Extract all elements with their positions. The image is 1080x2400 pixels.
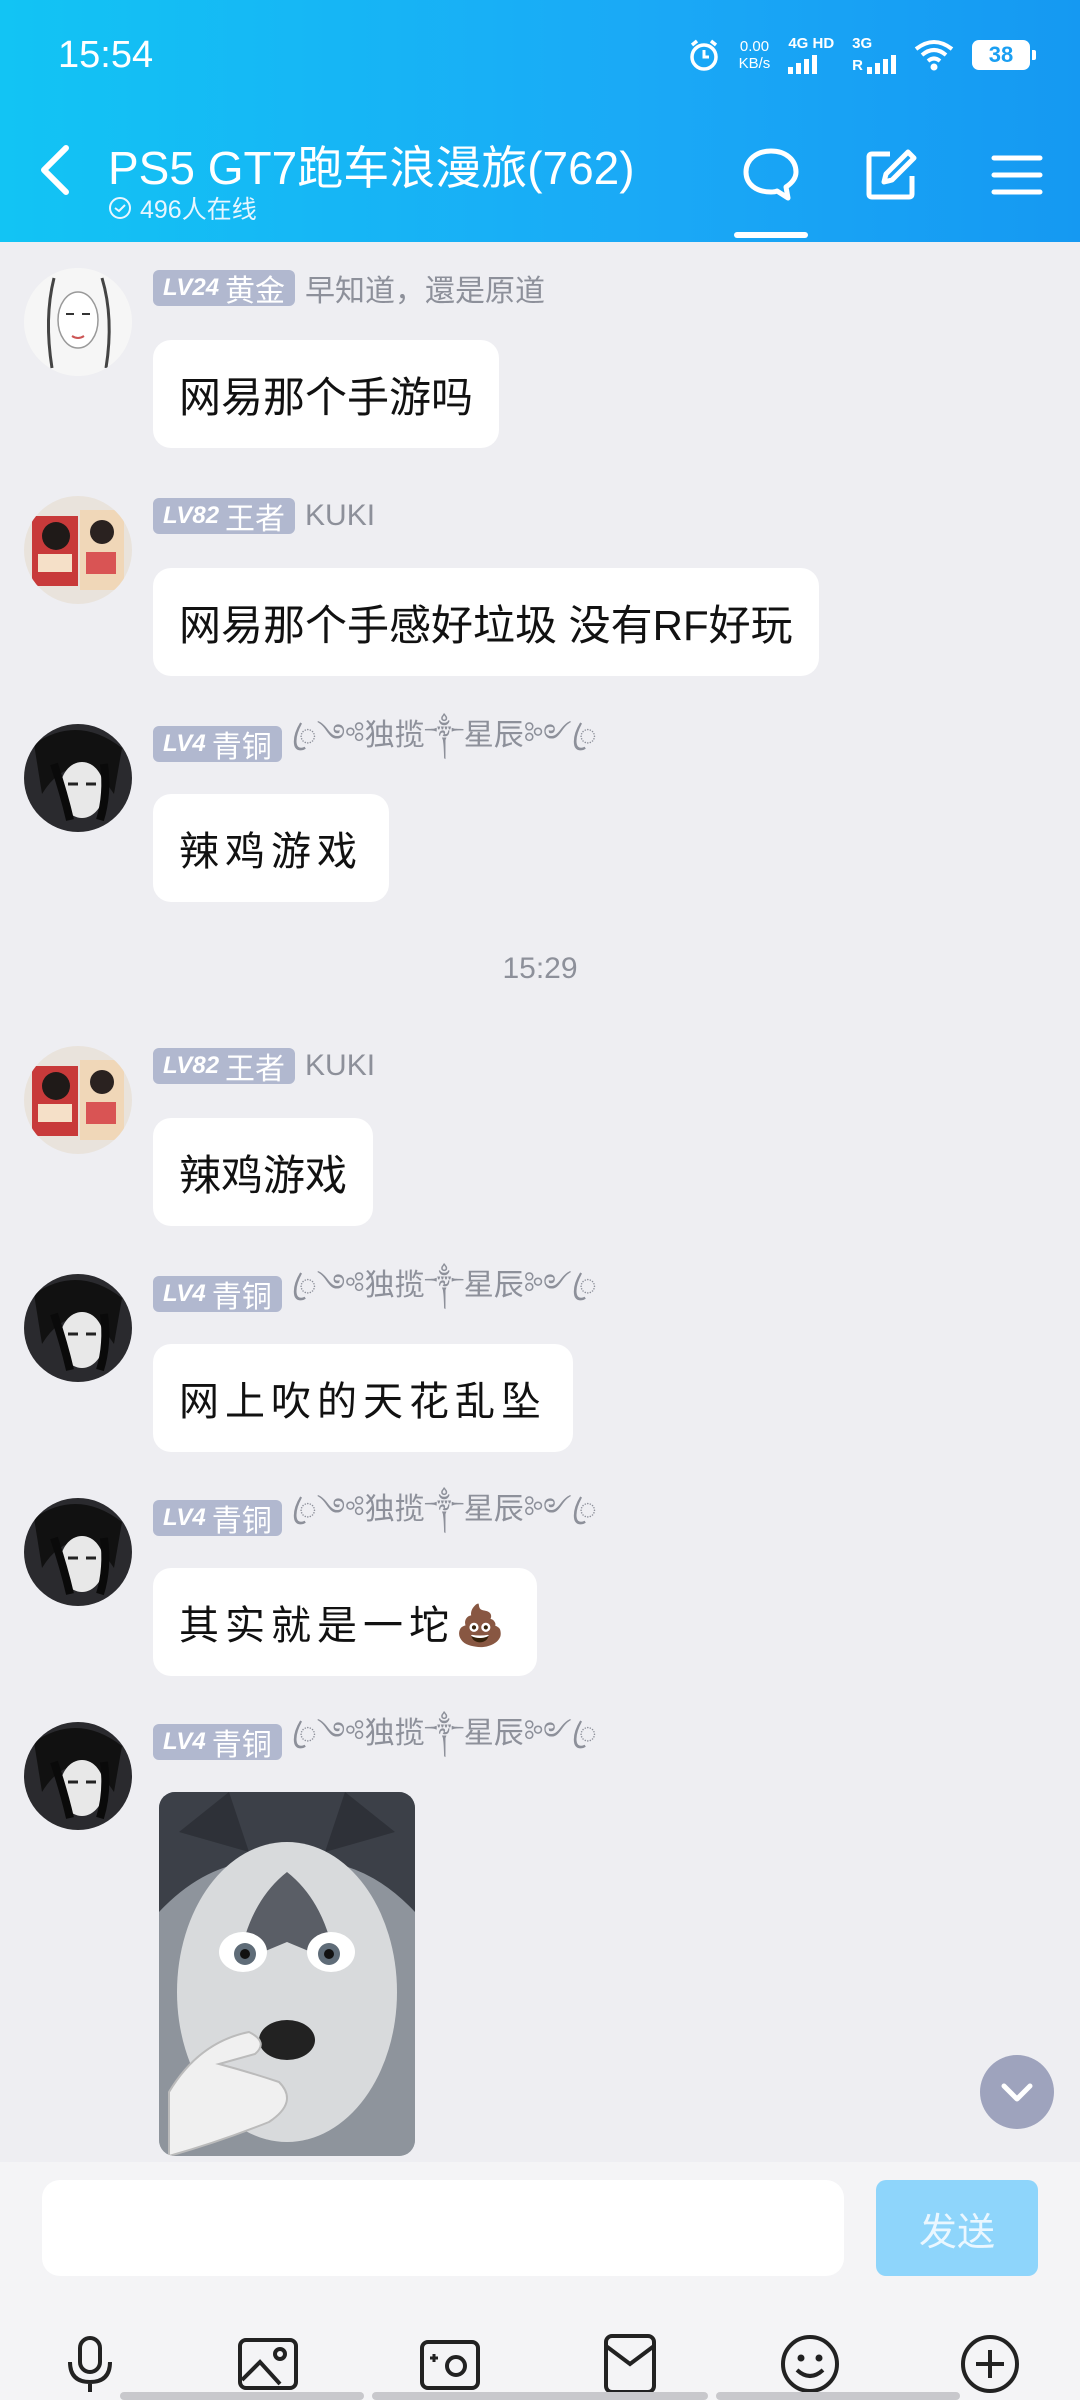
message-bubble[interactable]: 网上吹的天花乱坠 xyxy=(153,1344,573,1452)
message-meta: LV4 青铜 ꦿ༺独揽༒星辰༻ꦿ xyxy=(153,719,597,764)
level-label: LV82 xyxy=(163,1052,220,1079)
rank-label: 王者 xyxy=(225,1053,286,1086)
level-label: LV4 xyxy=(163,730,206,757)
microphone-icon[interactable] xyxy=(58,2332,122,2396)
message-input[interactable] xyxy=(42,2180,844,2276)
message-bubble[interactable]: 网易那个手感好垃圾 没有RF好玩 xyxy=(153,568,819,676)
send-button[interactable]: 发送 xyxy=(876,2180,1038,2276)
sim1-label: 4G HD xyxy=(788,35,835,52)
scroll-to-bottom-button[interactable] xyxy=(980,2055,1054,2129)
sender-nickname[interactable]: ꦿ༺独揽༒星辰༻ꦿ xyxy=(292,1476,597,1560)
anime-collage-avatar xyxy=(24,1046,132,1154)
level-badge: LV4 青铜 xyxy=(153,1724,282,1762)
sender-nickname[interactable]: ꦿ༺独揽༒星辰༻ꦿ xyxy=(292,1252,597,1336)
rank-label: 青铜 xyxy=(211,1281,272,1314)
net-speed-unit: KB/s xyxy=(738,55,771,72)
sim2-label: 3G xyxy=(852,35,873,52)
rank-label: 青铜 xyxy=(211,1505,272,1538)
level-badge: LV24 黄金 xyxy=(153,270,296,308)
red-packet-icon[interactable] xyxy=(598,2332,662,2396)
level-badge: LV82 王者 xyxy=(153,1048,296,1086)
back-icon[interactable] xyxy=(30,140,78,200)
avatar[interactable] xyxy=(24,268,132,376)
dark-anime-avatar xyxy=(24,1498,132,1606)
avatar[interactable] xyxy=(24,1274,132,1382)
level-label: LV4 xyxy=(163,1728,206,1755)
active-tab-indicator xyxy=(734,232,808,238)
alarm-icon xyxy=(689,39,718,71)
menu-icon[interactable] xyxy=(988,146,1046,204)
edit-post-icon[interactable] xyxy=(862,146,920,204)
level-badge: LV4 青铜 xyxy=(153,726,282,764)
dark-anime-avatar xyxy=(24,724,132,832)
check-circle-icon xyxy=(109,197,131,219)
level-label: LV4 xyxy=(163,1504,206,1531)
message-composer: 发送 xyxy=(0,2162,1080,2400)
sim2-signal: 3G R xyxy=(852,36,896,74)
message-meta: LV4 青铜 ꦿ༺独揽༒星辰༻ꦿ xyxy=(153,1717,597,1762)
avatar[interactable] xyxy=(24,1722,132,1830)
sim1-signal: 4G HD xyxy=(788,36,834,74)
sender-nickname[interactable]: ꦿ༺独揽༒星辰༻ꦿ xyxy=(292,702,597,786)
level-label: LV82 xyxy=(163,502,220,529)
group-title[interactable]: PS5 GT7跑车浪漫旅(762) xyxy=(108,132,635,198)
chat-header: 15:54 0.00 KB/s 4G HD 3G R 38 PS5 GT7跑车浪… xyxy=(0,0,1080,242)
level-badge: LV82 王者 xyxy=(153,498,296,536)
image-icon[interactable] xyxy=(236,2332,300,2396)
signal-bars-icon xyxy=(867,52,896,74)
chevron-down-icon xyxy=(1001,2083,1033,2102)
chat-bubble-icon[interactable] xyxy=(742,146,800,204)
message-meta: LV82 王者 KUKI xyxy=(153,1046,375,1086)
rank-label: 青铜 xyxy=(211,731,272,764)
online-count: 496人在线 xyxy=(108,190,257,226)
husky-meme-picture xyxy=(159,1792,415,2156)
message-meta: LV82 王者 KUKI xyxy=(153,496,375,536)
sender-nickname[interactable]: ꦿ༺独揽༒星辰༻ꦿ xyxy=(292,1700,597,1784)
message-meta: LV24 黄金 早知道，還是原道 xyxy=(153,268,545,308)
avatar[interactable] xyxy=(24,1498,132,1606)
sender-nickname[interactable]: KUKI xyxy=(305,499,375,533)
online-count-label: 496人在线 xyxy=(140,196,257,224)
anime-collage-avatar xyxy=(24,496,132,604)
plus-icon[interactable] xyxy=(958,2332,1022,2396)
message-bubble[interactable]: 其实就是一坨💩 xyxy=(153,1568,537,1676)
sketch-portrait-avatar xyxy=(24,268,132,376)
message-bubble[interactable]: 辣鸡游戏 xyxy=(153,794,389,902)
level-label: LV4 xyxy=(163,1280,206,1307)
net-speed-value: 0.00 xyxy=(739,38,770,55)
dark-anime-avatar xyxy=(24,1274,132,1382)
level-badge: LV4 青铜 xyxy=(153,1500,282,1538)
sender-nickname[interactable]: 早知道，還是原道 xyxy=(305,266,545,310)
avatar[interactable] xyxy=(24,496,132,604)
rank-label: 青铜 xyxy=(211,1729,272,1762)
avatar[interactable] xyxy=(24,724,132,832)
avatar[interactable] xyxy=(24,1046,132,1154)
gesture-bar-segment xyxy=(120,2392,364,2400)
husky-meme-image[interactable] xyxy=(159,1792,415,2156)
message-bubble[interactable]: 辣鸡游戏 xyxy=(153,1118,374,1226)
dark-anime-avatar xyxy=(24,1722,132,1830)
wifi-icon xyxy=(914,40,954,71)
signal-bars-icon xyxy=(788,52,834,74)
message-bubble[interactable]: 网易那个手游吗 xyxy=(153,340,500,448)
emoji-icon[interactable] xyxy=(778,2332,842,2396)
gesture-bar-segment xyxy=(372,2392,708,2400)
camera-icon[interactable] xyxy=(418,2332,482,2396)
level-badge: LV4 青铜 xyxy=(153,1276,282,1314)
rank-label: 王者 xyxy=(225,503,286,536)
rank-label: 黄金 xyxy=(225,275,286,308)
gesture-bar-segment xyxy=(716,2392,960,2400)
sender-nickname[interactable]: KUKI xyxy=(305,1049,375,1083)
status-icons: 0.00 KB/s 4G HD 3G R 38 xyxy=(687,36,1036,74)
time-separator: 15:29 xyxy=(502,952,578,985)
battery-icon: 38 xyxy=(972,40,1036,70)
roaming-label: R xyxy=(852,57,863,74)
status-time: 15:54 xyxy=(58,34,154,76)
message-meta: LV4 青铜 ꦿ༺独揽༒星辰༻ꦿ xyxy=(153,1269,597,1314)
message-meta: LV4 青铜 ꦿ༺独揽༒星辰༻ꦿ xyxy=(153,1493,597,1538)
net-speed: 0.00 KB/s xyxy=(739,38,771,72)
level-label: LV24 xyxy=(163,274,220,301)
